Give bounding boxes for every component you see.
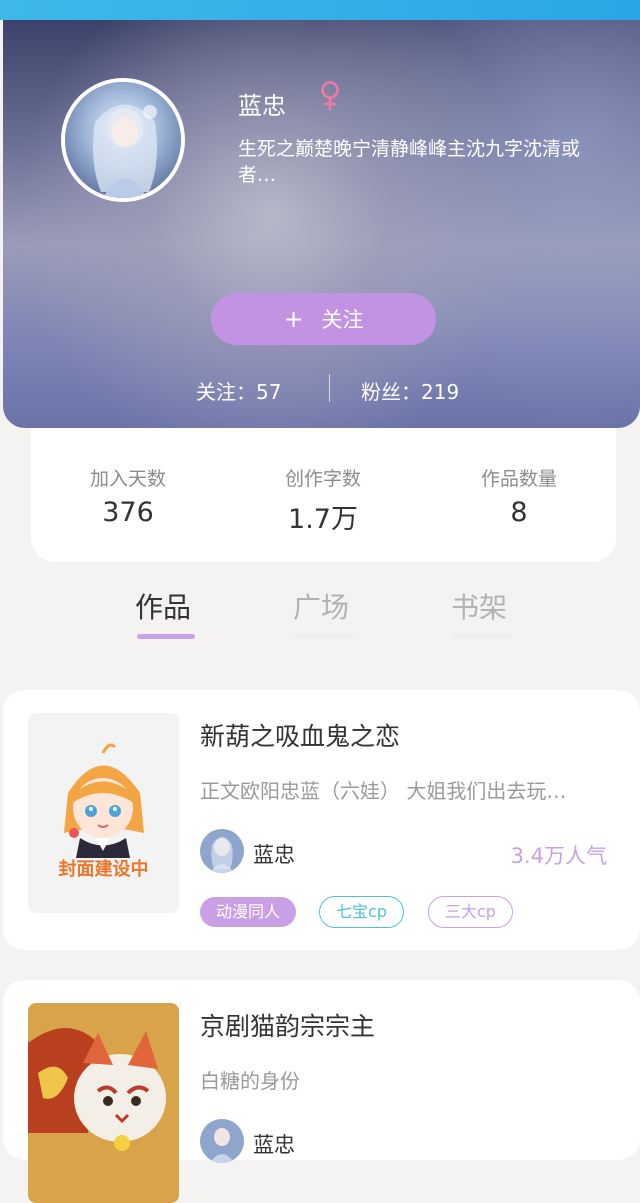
tab-square-indicator (295, 634, 353, 639)
status-bar (0, 0, 640, 20)
stat-word-count: 创作字数 1.7万 (243, 464, 403, 536)
cover-illustration (28, 1003, 179, 1203)
popularity-count: 3.4万人气 (510, 844, 607, 868)
author-avatar[interactable] (200, 829, 244, 873)
plus-icon: + (283, 305, 304, 333)
stat-label: 作品数量 (480, 468, 557, 490)
stats-card: 加入天数 376 创作字数 1.7万 作品数量 8 (31, 428, 616, 562)
divider (329, 374, 330, 402)
stat-value: 376 (102, 497, 154, 528)
stat-label: 创作字数 (284, 468, 361, 490)
work-title[interactable]: 新葫之吸血鬼之恋 (200, 717, 400, 753)
tag-category[interactable]: 动漫同人 (200, 897, 297, 927)
tab-bar: 作品 广场 书架 (0, 580, 640, 650)
work-cover[interactable] (28, 1003, 179, 1203)
stat-value: 8 (510, 497, 528, 528)
following-count[interactable]: 关注：57 (196, 376, 281, 405)
stat-value: 1.7万 (288, 504, 358, 535)
tab-works-indicator (137, 634, 195, 639)
cover-placeholder-illustration (28, 713, 179, 913)
stat-works-count: 作品数量 8 (439, 464, 599, 528)
tab-works[interactable]: 作品 (135, 586, 191, 626)
stat-label: 加入天数 (89, 468, 166, 490)
work-excerpt: 正文欧阳忠蓝（六娃） 大姐我们出去玩… (200, 779, 567, 803)
female-symbol-icon (321, 81, 339, 110)
followers-count[interactable]: 粉丝：219 (361, 376, 459, 405)
follow-counts: 关注：57 粉丝：219 (3, 372, 640, 406)
stat-join-days: 加入天数 376 (48, 464, 208, 528)
author-avatar[interactable] (200, 1119, 244, 1163)
work-card[interactable]: 京剧猫韵宗宗主 白糖的身份 蓝忠 (3, 980, 640, 1203)
tag-cp[interactable]: 七宝cp (319, 896, 404, 928)
tab-square[interactable]: 广场 (293, 586, 349, 626)
cover-placeholder-text: 封面建设中 (58, 859, 149, 880)
avatar[interactable] (61, 78, 185, 202)
work-title[interactable]: 京剧猫韵宗宗主 (200, 1007, 375, 1043)
author-name: 蓝忠 (253, 843, 295, 867)
profile-name: 蓝忠 (238, 92, 286, 120)
author-name: 蓝忠 (253, 1133, 295, 1157)
tag-cp[interactable]: 三大cp (428, 896, 513, 928)
profile-header: 蓝忠 生死之巅楚晚宁清静峰峰主沈九字沈清或者… + 关注 关注：57 粉丝：21… (3, 20, 640, 428)
tab-bookshelf-indicator (453, 634, 511, 639)
profile-bio: 生死之巅楚晚宁清静峰峰主沈九字沈清或者… (238, 138, 581, 186)
work-card[interactable]: 封面建设中 新葫之吸血鬼之恋 正文欧阳忠蓝（六娃） 大姐我们出去玩… 蓝忠 3.… (3, 690, 640, 950)
work-excerpt: 白糖的身份 (200, 1069, 300, 1093)
work-cover[interactable]: 封面建设中 (28, 713, 179, 913)
follow-button[interactable]: + 关注 (211, 293, 436, 345)
follow-button-label: 关注 (321, 308, 364, 332)
tab-bookshelf[interactable]: 书架 (451, 586, 507, 626)
